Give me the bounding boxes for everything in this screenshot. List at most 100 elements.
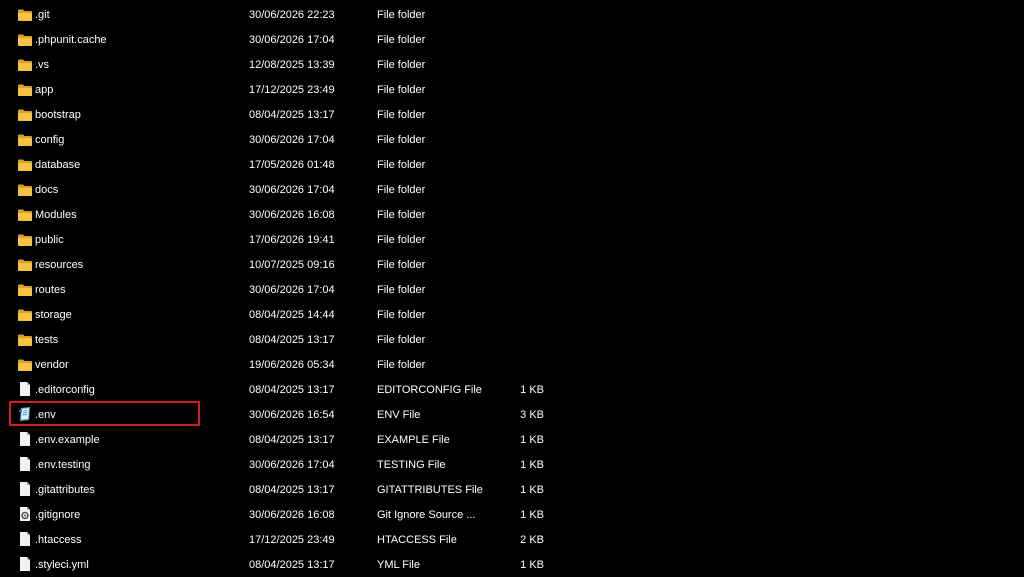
file-name: .htaccess	[35, 534, 82, 546]
file-date-modified: 08/04/2025 13:17	[249, 434, 335, 446]
file-date-modified: 08/04/2025 13:17	[249, 109, 335, 121]
file-type: File folder	[377, 259, 426, 271]
file-type: File folder	[377, 159, 426, 171]
folder-icon	[17, 8, 33, 22]
file-row-vendor[interactable]: vendor 19/06/2026 05:34 File folder	[0, 353, 1024, 378]
file-row-modules[interactable]: Modules 30/06/2026 16:08 File folder	[0, 203, 1024, 228]
file-row-dot-gitattributes[interactable]: .gitattributes 08/04/2025 13:17 GITATTRI…	[0, 478, 1024, 503]
file-size: 2 KB	[520, 534, 544, 546]
folder-icon	[17, 258, 33, 272]
file-date-modified: 17/12/2025 23:49	[249, 534, 335, 546]
file-name: tests	[35, 334, 59, 346]
file-row-resources[interactable]: resources 10/07/2025 09:16 File folder	[0, 253, 1024, 278]
file-date-modified: 30/06/2026 16:54	[249, 409, 335, 421]
file-row-routes[interactable]: routes 30/06/2026 17:04 File folder	[0, 278, 1024, 303]
file-row-dot-vs[interactable]: .vs 12/08/2025 13:39 File folder	[0, 53, 1024, 78]
file-row-app[interactable]: app 17/12/2025 23:49 File folder	[0, 78, 1024, 103]
file-type: EDITORCONFIG File	[377, 384, 482, 396]
file-date-modified: 30/06/2026 22:23	[249, 9, 335, 21]
file-name: .env	[35, 409, 56, 421]
file-name: .gitignore	[35, 509, 81, 521]
file-type: GITATTRIBUTES File	[377, 484, 483, 496]
file-size: 1 KB	[520, 559, 544, 571]
file-icon	[17, 382, 33, 397]
folder-icon	[17, 333, 33, 347]
file-type: File folder	[377, 184, 426, 196]
file-date-modified: 17/05/2026 01:48	[249, 159, 335, 171]
file-row-dot-phpunit-cache[interactable]: .phpunit.cache 30/06/2026 17:04 File fol…	[0, 28, 1024, 53]
file-type: File folder	[377, 134, 426, 146]
file-date-modified: 30/06/2026 17:04	[249, 284, 335, 296]
file-icon	[17, 532, 33, 547]
file-type: YML File	[377, 559, 420, 571]
file-row-public[interactable]: public 17/06/2026 19:41 File folder	[0, 228, 1024, 253]
file-row-database[interactable]: database 17/05/2026 01:48 File folder	[0, 153, 1024, 178]
file-name: .env.testing	[35, 459, 91, 471]
file-row-dot-git[interactable]: .git 30/06/2026 22:23 File folder	[0, 3, 1024, 28]
gear-file-icon	[17, 507, 33, 522]
file-type: File folder	[377, 234, 426, 246]
folder-icon	[17, 83, 33, 97]
file-row-dot-env-example[interactable]: .env.example 08/04/2025 13:17 EXAMPLE Fi…	[0, 428, 1024, 453]
file-row-dot-editorconfig[interactable]: .editorconfig 08/04/2025 13:17 EDITORCON…	[0, 378, 1024, 403]
file-row-dot-styleci-yml[interactable]: .styleci.yml 08/04/2025 13:17 YML File 1…	[0, 553, 1024, 577]
file-row-dot-gitignore[interactable]: .gitignore 30/06/2026 16:08 Git Ignore S…	[0, 503, 1024, 528]
folder-icon	[17, 308, 33, 322]
file-name: resources	[35, 259, 84, 271]
file-name: vendor	[35, 359, 69, 371]
file-type: File folder	[377, 34, 426, 46]
folder-icon	[17, 208, 33, 222]
folder-icon	[17, 108, 33, 122]
file-row-dot-env-testing[interactable]: .env.testing 30/06/2026 17:04 TESTING Fi…	[0, 453, 1024, 478]
folder-icon	[17, 358, 33, 372]
file-list: .git 30/06/2026 22:23 File folder .phpun…	[0, 0, 1024, 577]
file-name: .git	[35, 9, 50, 21]
file-size: 1 KB	[520, 434, 544, 446]
file-name: .styleci.yml	[35, 559, 89, 571]
file-icon	[17, 482, 33, 497]
file-icon	[17, 457, 33, 472]
file-row-dot-env[interactable]: .env 30/06/2026 16:54 ENV File 3 KB	[0, 403, 1024, 428]
file-row-bootstrap[interactable]: bootstrap 08/04/2025 13:17 File folder	[0, 103, 1024, 128]
file-date-modified: 17/12/2025 23:49	[249, 84, 335, 96]
file-name: .vs	[35, 59, 50, 71]
file-row-storage[interactable]: storage 08/04/2025 14:44 File folder	[0, 303, 1024, 328]
folder-icon	[17, 283, 33, 297]
file-name: database	[35, 159, 81, 171]
file-size: 1 KB	[520, 384, 544, 396]
file-name: .env.example	[35, 434, 100, 446]
file-date-modified: 30/06/2026 17:04	[249, 184, 335, 196]
file-icon	[17, 557, 33, 572]
file-type: Git Ignore Source ...	[377, 509, 476, 521]
file-row-tests[interactable]: tests 08/04/2025 13:17 File folder	[0, 328, 1024, 353]
file-row-docs[interactable]: docs 30/06/2026 17:04 File folder	[0, 178, 1024, 203]
file-size: 3 KB	[520, 409, 544, 421]
file-date-modified: 30/06/2026 17:04	[249, 459, 335, 471]
file-row-config[interactable]: config 30/06/2026 17:04 File folder	[0, 128, 1024, 153]
file-name: public	[35, 234, 64, 246]
folder-icon	[17, 133, 33, 147]
file-type: File folder	[377, 359, 426, 371]
file-date-modified: 30/06/2026 16:08	[249, 509, 335, 521]
file-size: 1 KB	[520, 459, 544, 471]
folder-icon	[17, 183, 33, 197]
file-date-modified: 08/04/2025 13:17	[249, 334, 335, 346]
file-name: bootstrap	[35, 109, 81, 121]
file-date-modified: 08/04/2025 14:44	[249, 309, 335, 321]
file-date-modified: 30/06/2026 17:04	[249, 134, 335, 146]
file-name: .editorconfig	[35, 384, 95, 396]
folder-icon	[17, 33, 33, 47]
file-date-modified: 08/04/2025 13:17	[249, 484, 335, 496]
folder-icon	[17, 58, 33, 72]
file-name: routes	[35, 284, 66, 296]
file-date-modified: 10/07/2025 09:16	[249, 259, 335, 271]
file-type: ENV File	[377, 409, 421, 421]
file-name: Modules	[35, 209, 77, 221]
file-name: storage	[35, 309, 72, 321]
file-type: File folder	[377, 209, 426, 221]
file-row-dot-htaccess[interactable]: .htaccess 17/12/2025 23:49 HTACCESS File…	[0, 528, 1024, 553]
file-type: TESTING File	[377, 459, 446, 471]
file-type: File folder	[377, 334, 426, 346]
file-date-modified: 08/04/2025 13:17	[249, 559, 335, 571]
file-type: File folder	[377, 84, 426, 96]
